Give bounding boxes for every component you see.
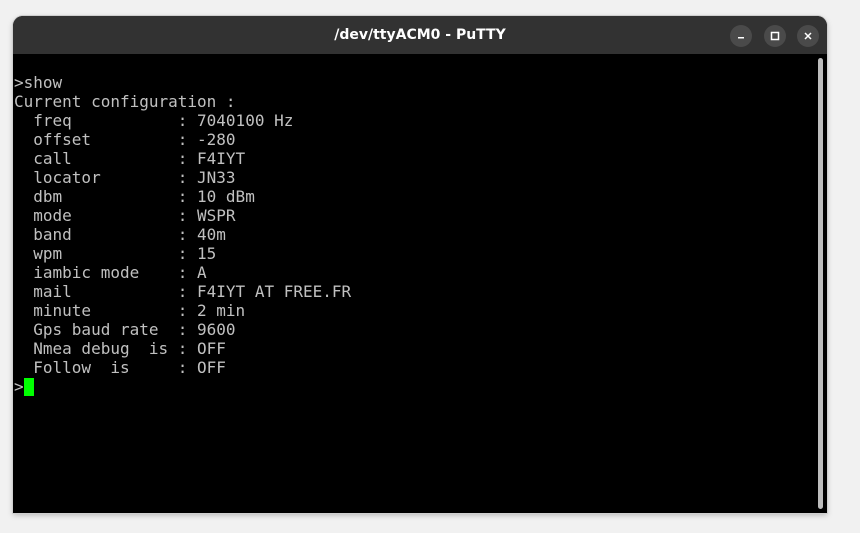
terminal-line: Follow is : OFF bbox=[14, 358, 226, 377]
text-cursor bbox=[23, 378, 34, 396]
terminal-line: locator : JN33 bbox=[14, 168, 236, 187]
scrollbar-thumb[interactable] bbox=[818, 58, 823, 509]
close-button[interactable] bbox=[797, 25, 819, 47]
terminal-line: dbm : 10 dBm bbox=[14, 187, 255, 206]
terminal-line: mail : F4IYT AT FREE.FR bbox=[14, 282, 352, 301]
terminal-line: band : 40m bbox=[14, 225, 226, 244]
terminal-output: >show Current configuration : freq : 7040… bbox=[14, 73, 351, 396]
terminal-line: Current configuration : bbox=[14, 92, 236, 111]
terminal-line: wpm : 15 bbox=[14, 244, 217, 263]
terminal-line: minute : 2 min bbox=[14, 301, 246, 320]
prompt: > bbox=[14, 377, 24, 396]
maximize-icon bbox=[770, 31, 780, 41]
minimize-icon bbox=[738, 37, 744, 39]
maximize-button[interactable] bbox=[764, 25, 786, 47]
terminal-line: offset : -280 bbox=[14, 130, 236, 149]
putty-window: /dev/ttyACM0 - PuTTY >show Current config… bbox=[13, 16, 827, 513]
prompt-line: > bbox=[14, 377, 351, 396]
terminal-area[interactable]: >show Current configuration : freq : 7040… bbox=[13, 54, 813, 513]
terminal-line: Gps baud rate : 9600 bbox=[14, 320, 236, 339]
minimize-button[interactable] bbox=[730, 25, 752, 47]
terminal-line: call : F4IYT bbox=[14, 149, 246, 168]
terminal-line: freq : 7040100 Hz bbox=[14, 111, 294, 130]
close-icon bbox=[804, 32, 812, 40]
terminal-line: iambic mode : A bbox=[14, 263, 207, 282]
scrollbar[interactable] bbox=[813, 54, 827, 513]
terminal-line: mode : WSPR bbox=[14, 206, 236, 225]
title-bar[interactable]: /dev/ttyACM0 - PuTTY bbox=[13, 16, 827, 54]
window-title: /dev/ttyACM0 - PuTTY bbox=[334, 27, 506, 43]
terminal-line: >show bbox=[14, 73, 63, 92]
terminal-line: Nmea debug is : OFF bbox=[14, 339, 226, 358]
